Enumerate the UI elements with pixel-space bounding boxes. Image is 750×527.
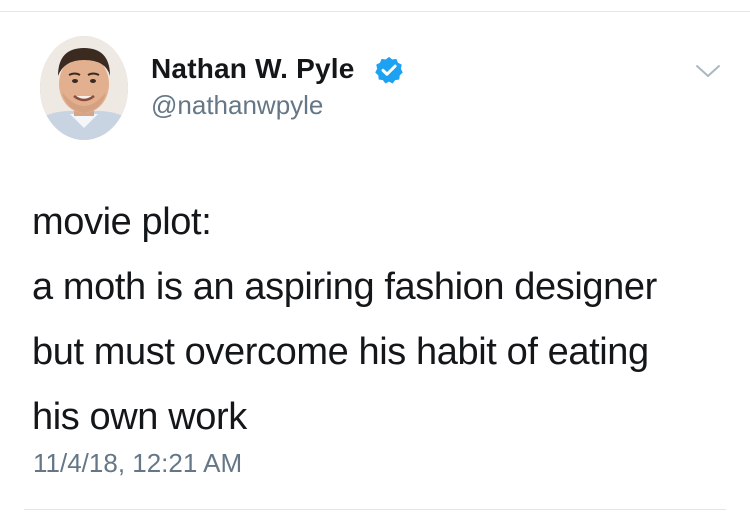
tweet-card: Nathan W. Pyle @nathanwpyle movie plot: … — [0, 0, 750, 527]
verified-badge-icon — [375, 56, 403, 84]
avatar-photo — [40, 36, 128, 140]
tweet-text-line: but must overcome his habit of eating — [32, 331, 649, 373]
tweet-timestamp[interactable]: 11/4/18, 12:21 AM — [33, 446, 242, 480]
avatar[interactable] — [40, 36, 128, 140]
tweet-text: movie plot: a moth is an aspiring fashio… — [32, 190, 732, 450]
bottom-divider — [24, 509, 726, 510]
tweet-text-line: movie plot: — [32, 201, 212, 243]
tweet-text-line: his own work — [32, 396, 247, 438]
author-display-name[interactable]: Nathan W. Pyle — [151, 51, 355, 87]
tweet-text-line: a moth is an aspiring fashion designer — [32, 266, 657, 308]
author-handle[interactable]: @nathanwpyle — [151, 88, 323, 122]
chevron-down-icon[interactable] — [693, 60, 723, 82]
